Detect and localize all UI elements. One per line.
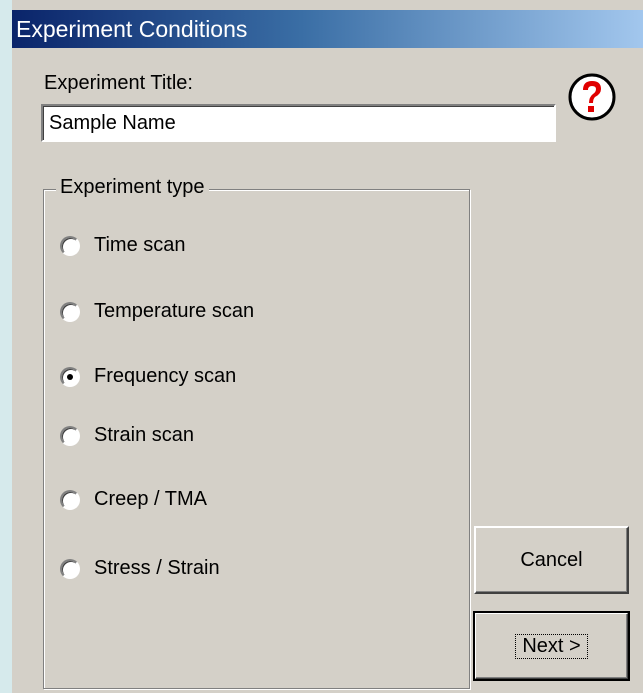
window-title: Experiment Conditions [16,16,248,42]
next-button-label: Next > [515,633,588,659]
next-button[interactable]: Next > [473,611,630,681]
radio-time-scan[interactable]: Time scan [60,234,186,257]
radio-button-icon[interactable] [60,366,80,387]
experiment-title-input[interactable] [41,104,556,142]
radio-label: Time scan [94,234,186,256]
radio-stress-strain[interactable]: Stress / Strain [60,557,220,580]
radio-strain-scan[interactable]: Strain scan [60,424,194,447]
dialog-window: Experiment Conditions Experiment Title: … [0,0,643,693]
radio-creep-tma[interactable]: Creep / TMA [60,488,207,511]
radio-button-icon[interactable] [60,235,80,256]
experiment-type-legend: Experiment type [56,176,209,199]
radio-label: Frequency scan [94,365,237,387]
radio-frequency-scan[interactable]: Frequency scan [60,365,236,388]
radio-button-icon[interactable] [60,425,80,446]
radio-label: Strain scan [94,424,195,446]
experiment-title-label: Experiment Title: [44,72,193,95]
cancel-button-label: Cancel [520,548,583,571]
help-question-icon[interactable] [567,72,617,122]
radio-button-icon[interactable] [60,489,80,510]
cancel-button[interactable]: Cancel [474,526,629,594]
radio-label: Creep / TMA [94,488,207,510]
radio-label: Temperature scan [94,300,255,322]
radio-button-icon[interactable] [60,301,80,322]
radio-label: Stress / Strain [94,557,220,579]
radio-temperature-scan[interactable]: Temperature scan [60,300,254,323]
title-bar[interactable]: Experiment Conditions [12,10,643,48]
radio-selected-dot [67,373,73,380]
experiment-title-label-text: Experiment Title: [44,72,193,94]
radio-button-icon[interactable] [60,558,80,579]
